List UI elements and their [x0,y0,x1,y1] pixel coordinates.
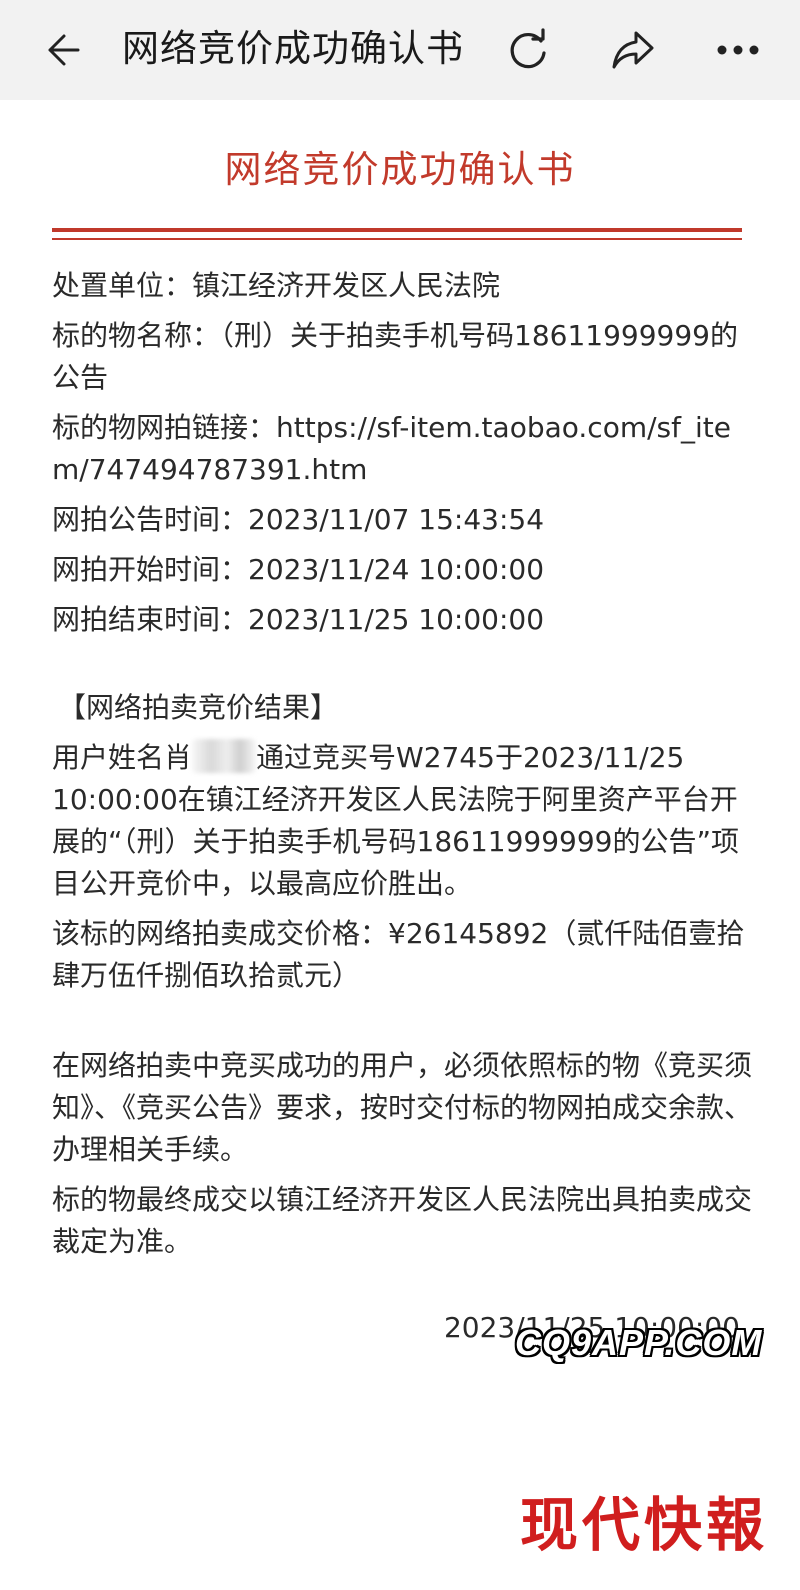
item-name-row: 标的物名称：（刑）关于拍卖手机号码18611999999的公告 [52,315,752,399]
end-time-row: 网拍结束时间：2023/11/25 10:00:00 [52,599,752,641]
title-divider-thin [52,238,742,240]
disposal-unit-label: 处置单位： [52,269,193,302]
document-body: 处置单位：镇江经济开发区人民法院 标的物名称：（刑）关于拍卖手机号码186119… [52,265,752,1271]
result-paragraph: 用户姓名肖 通过竞买号W2745于2023/11/25 10:00:00在镇江经济… [52,737,752,905]
result-text-start: 用户姓名肖 [52,741,193,774]
announce-time-label: 网拍公告时间： [52,503,249,536]
end-time-value: 2023/11/25 10:00:00 [248,603,545,636]
site-watermark: CQ9APP.COM [515,1322,763,1363]
result-heading: 【网络拍卖竞价结果】 [58,691,339,724]
page-title: 网络竞价成功确认书 [122,27,464,70]
document-title: 网络竞价成功确认书 [224,148,576,191]
item-name-label: 标的物名称： [52,319,221,352]
deal-price-paragraph: 该标的网络拍卖成交价格：¥26145892（贰仟陆佰壹拾肆万伍仟捌佰玖拾贰元） [52,917,745,992]
start-time-row: 网拍开始时间：2023/11/24 10:00:00 [52,549,752,591]
start-time-label: 网拍开始时间： [52,553,249,586]
final-ruling-paragraph: 标的物最终成交以镇江经济开发区人民法院出具拍卖成交裁定为准。 [52,1183,753,1258]
disposal-unit-value: 镇江经济开发区人民法院 [192,269,501,302]
newspaper-logo: 现代快報 [520,1491,769,1559]
redacted-name-blur [192,739,257,773]
item-link-label: 标的物网拍链接： [52,411,277,444]
back-arrow-icon[interactable] [32,22,88,78]
top-app-bar: 网络竞价成功确认书 [0,0,800,100]
disposal-unit-row: 处置单位：镇江经济开发区人民法院 [52,265,752,307]
start-time-value: 2023/11/24 10:00:00 [248,553,545,586]
announce-time-value: 2023/11/07 15:43:54 [248,503,545,536]
title-divider-thick [52,228,742,232]
notice-paragraph: 在网络拍卖中竞买成功的用户，必须依照标的物《竞买须知》、《竞买公告》要求，按时交… [52,1049,753,1166]
share-icon[interactable] [605,22,661,78]
end-time-label: 网拍结束时间： [52,603,249,636]
refresh-icon[interactable] [500,22,556,78]
more-icon[interactable] [710,22,766,78]
announce-time-row: 网拍公告时间：2023/11/07 15:43:54 [52,499,752,541]
item-link-row: 标的物网拍链接：https://sf-item.taobao.com/sf_it… [52,407,752,491]
